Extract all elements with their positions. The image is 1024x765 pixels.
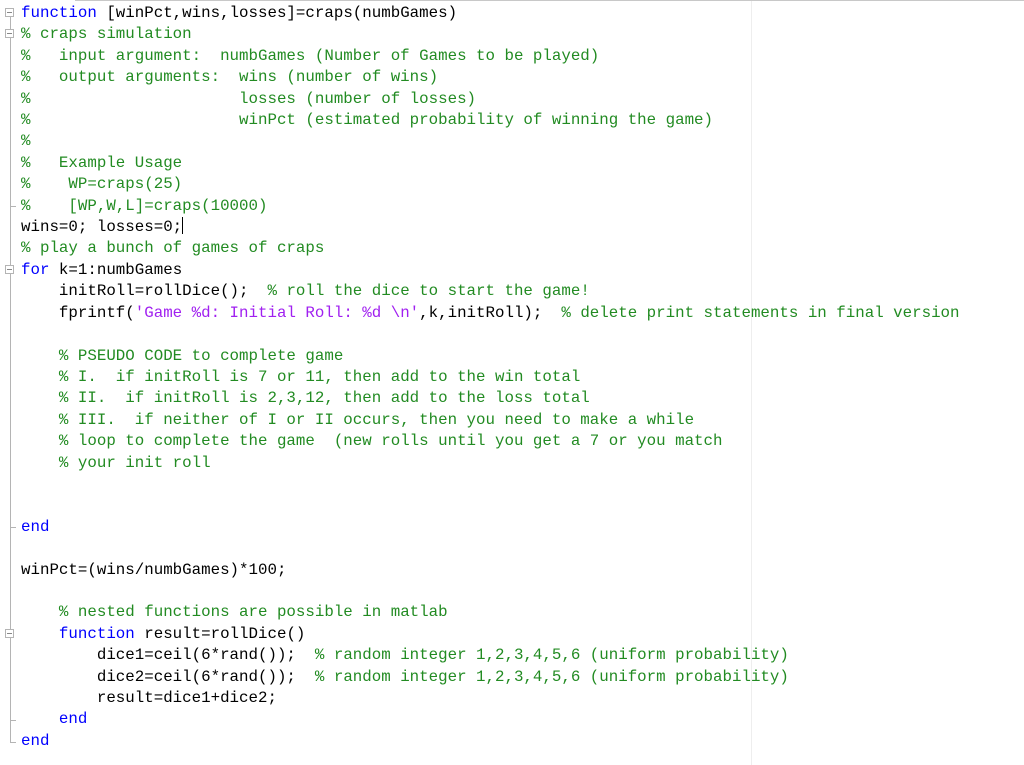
code-token: fprintf( bbox=[21, 303, 135, 322]
fold-collapse-icon[interactable] bbox=[5, 29, 14, 38]
code-token: [winPct,wins,losses]=craps(numbGames) bbox=[96, 4, 458, 22]
comment-token: % losses (number of losses) bbox=[21, 89, 477, 108]
code-line[interactable]: % output arguments: wins (number of wins… bbox=[21, 67, 960, 88]
code-line[interactable]: % III. if neither of I or II occurs, the… bbox=[21, 410, 960, 431]
comment-token: % bbox=[21, 132, 31, 151]
code-token: k=1:numbGames bbox=[49, 260, 183, 279]
comment-token: % play a bunch of games of craps bbox=[21, 239, 325, 258]
code-line[interactable]: % I. if initRoll is 7 or 11, then add to… bbox=[21, 367, 960, 388]
comment-token: % Example Usage bbox=[21, 153, 183, 172]
comment-token: % I. if initRoll is 7 or 11, then add to… bbox=[58, 367, 581, 386]
keyword-token: for bbox=[21, 260, 50, 279]
code-line[interactable]: end bbox=[21, 731, 960, 752]
comment-token: % PSEUDO CODE to complete game bbox=[58, 346, 344, 365]
code-token: initRoll=rollDice(); bbox=[21, 282, 268, 301]
code-line[interactable]: % craps simulation bbox=[21, 24, 960, 45]
code-line[interactable]: % losses (number of losses) bbox=[21, 89, 960, 110]
fold-collapse-icon[interactable] bbox=[5, 629, 14, 638]
code-line[interactable]: dice1=ceil(6*rand()); % random integer 1… bbox=[21, 645, 960, 666]
code-line[interactable]: % loop to complete the game (new rolls u… bbox=[21, 431, 960, 452]
comment-token: % II. if initRoll is 2,3,12, then add to… bbox=[58, 389, 590, 408]
code-token: dice1=ceil(6*rand()); bbox=[21, 646, 315, 665]
comment-token: % III. if neither of I or II occurs, the… bbox=[58, 410, 695, 429]
fold-collapse-icon[interactable] bbox=[5, 8, 14, 17]
code-line[interactable]: % II. if initRoll is 2,3,12, then add to… bbox=[21, 388, 960, 409]
comment-token: % roll the dice to start the game! bbox=[267, 282, 590, 301]
comment-token: % craps simulation bbox=[21, 25, 192, 44]
code-token: ,k,initRoll); bbox=[419, 303, 562, 322]
fold-end-tick-icon bbox=[10, 206, 16, 207]
code-line[interactable]: % winPct (estimated probability of winni… bbox=[21, 110, 960, 131]
fold-end-tick-icon bbox=[10, 720, 16, 721]
code-line[interactable]: result=dice1+dice2; bbox=[21, 688, 960, 709]
keyword-token: end bbox=[21, 517, 50, 536]
comment-token: % your init roll bbox=[58, 453, 211, 472]
editor-top-border bbox=[75, 0, 1024, 1]
code-token: result=dice1+dice2; bbox=[21, 689, 277, 707]
code-line[interactable]: % WP=craps(25) bbox=[21, 174, 960, 195]
comment-token: % loop to complete the game (new rolls u… bbox=[58, 432, 723, 451]
code-token: wins=0; losses=0; bbox=[21, 218, 183, 237]
code-line[interactable]: for k=1:numbGames bbox=[21, 260, 960, 281]
code-line[interactable]: dice2=ceil(6*rand()); % random integer 1… bbox=[21, 667, 960, 688]
code-line[interactable]: function result=rollDice() bbox=[21, 624, 960, 645]
code-line[interactable]: function [winPct,wins,losses]=craps(numb… bbox=[21, 3, 960, 24]
keyword-token: function bbox=[21, 4, 97, 22]
code-line[interactable]: fprintf('Game %d: Initial Roll: %d \n',k… bbox=[21, 303, 960, 324]
fold-gutter bbox=[0, 0, 20, 765]
code-line[interactable]: end bbox=[21, 709, 960, 730]
code-line[interactable]: end bbox=[21, 517, 960, 538]
code-line[interactable]: initRoll=rollDice(); % roll the dice to … bbox=[21, 281, 960, 302]
code-token: dice2=ceil(6*rand()); bbox=[21, 667, 315, 686]
code-line[interactable] bbox=[21, 474, 960, 495]
comment-token: % winPct (estimated probability of winni… bbox=[21, 111, 714, 130]
code-line[interactable] bbox=[21, 581, 960, 602]
comment-token: % nested functions are possible in matla… bbox=[58, 603, 448, 622]
string-token: 'Game %d: Initial Roll: %d \n' bbox=[134, 303, 420, 322]
comment-token: % WP=craps(25) bbox=[21, 175, 183, 194]
code-line[interactable]: % your init roll bbox=[21, 453, 960, 474]
comment-token: % random integer 1,2,3,4,5,6 (uniform pr… bbox=[314, 667, 789, 686]
code-line[interactable] bbox=[21, 495, 960, 516]
fold-end-tick-icon bbox=[10, 527, 16, 528]
code-line[interactable] bbox=[21, 538, 960, 559]
keyword-token: end bbox=[58, 710, 88, 729]
code-line[interactable] bbox=[21, 324, 960, 345]
comment-token: % output arguments: wins (number of wins… bbox=[21, 68, 439, 87]
comment-token: % [WP,W,L]=craps(10000) bbox=[21, 196, 268, 215]
code-token: result=rollDice() bbox=[134, 624, 306, 643]
keyword-token: end bbox=[21, 731, 50, 750]
comment-token: % delete print statements in final versi… bbox=[561, 303, 960, 322]
code-editor[interactable]: function [winPct,wins,losses]=craps(numb… bbox=[0, 0, 1024, 765]
code-line[interactable]: % nested functions are possible in matla… bbox=[21, 602, 960, 623]
code-line[interactable]: wins=0; losses=0; bbox=[21, 217, 960, 238]
code-line[interactable]: % play a bunch of games of craps bbox=[21, 238, 960, 259]
code-line[interactable]: % input argument: numbGames (Number of G… bbox=[21, 46, 960, 67]
code-line[interactable]: % bbox=[21, 131, 960, 152]
comment-token: % random integer 1,2,3,4,5,6 (uniform pr… bbox=[314, 646, 789, 665]
code-line[interactable]: % PSEUDO CODE to complete game bbox=[21, 346, 960, 367]
fold-end-tick-icon bbox=[10, 742, 16, 743]
fold-collapse-icon[interactable] bbox=[5, 265, 14, 274]
text-cursor bbox=[182, 217, 184, 235]
code-token: winPct=(wins/numbGames)*100; bbox=[21, 560, 287, 579]
code-line[interactable]: % [WP,W,L]=craps(10000) bbox=[21, 196, 960, 217]
comment-token: % input argument: numbGames (Number of G… bbox=[21, 46, 600, 65]
code-text-area[interactable]: function [winPct,wins,losses]=craps(numb… bbox=[21, 3, 960, 752]
code-line[interactable]: % Example Usage bbox=[21, 153, 960, 174]
code-line[interactable]: winPct=(wins/numbGames)*100; bbox=[21, 560, 960, 581]
keyword-token: function bbox=[58, 624, 135, 643]
